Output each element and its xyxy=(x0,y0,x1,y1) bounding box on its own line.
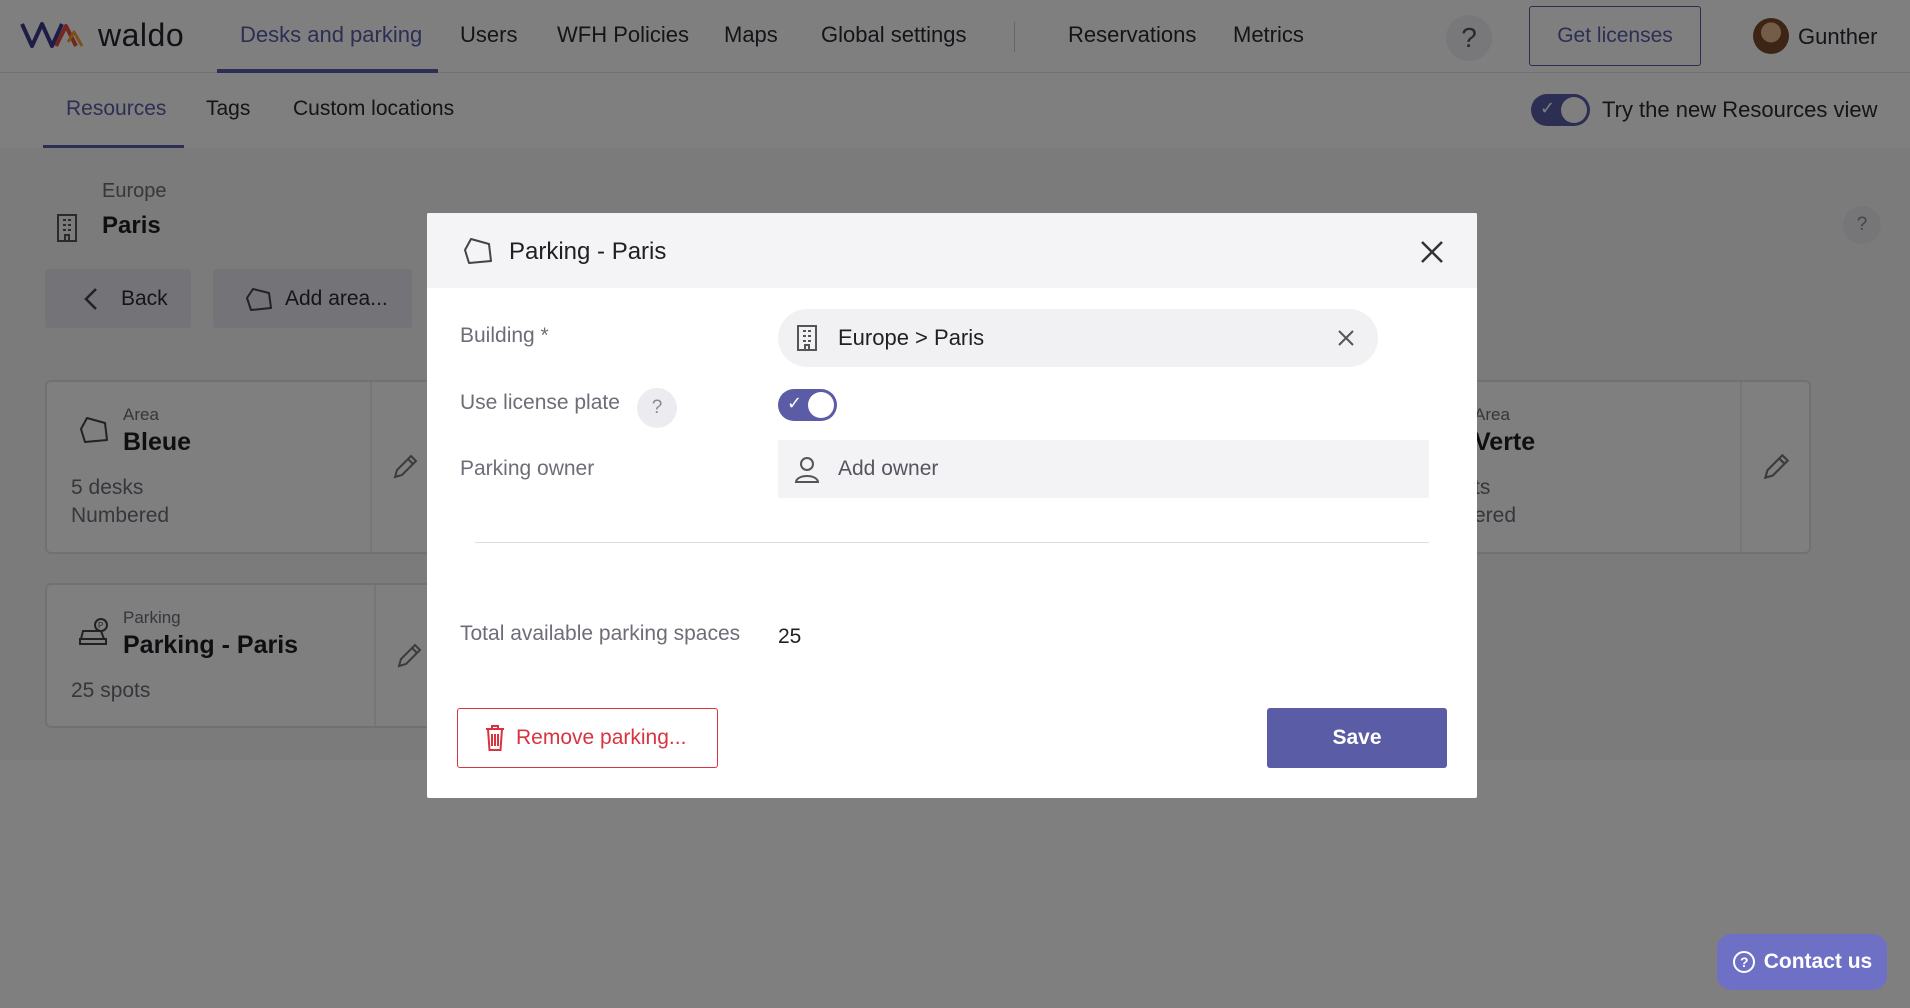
total-spaces-value[interactable]: 25 xyxy=(778,618,801,656)
check-icon: ✓ xyxy=(787,393,803,413)
license-plate-label: Use license plate xyxy=(460,391,620,414)
building-icon xyxy=(797,325,817,351)
dialog-header: Parking - Paris xyxy=(427,213,1477,288)
building-label: Building * xyxy=(460,324,549,347)
building-selector[interactable]: Europe > Paris xyxy=(778,309,1378,367)
close-icon xyxy=(1421,241,1443,263)
contact-us-button[interactable]: ? Contact us xyxy=(1717,934,1887,990)
clear-icon[interactable] xyxy=(1335,327,1357,349)
license-plate-toggle[interactable]: ✓ xyxy=(778,389,837,421)
dialog-title: Parking - Paris xyxy=(509,238,667,265)
remove-parking-label: Remove parking... xyxy=(516,726,687,749)
polygon-icon xyxy=(464,238,492,264)
save-button[interactable]: Save xyxy=(1267,708,1447,768)
dialog-divider xyxy=(475,542,1429,543)
license-plate-help-button[interactable]: ? xyxy=(637,388,677,428)
help-circle-icon: ? xyxy=(1732,951,1755,973)
add-owner-field[interactable]: Add owner xyxy=(778,440,1429,498)
parking-owner-label: Parking owner xyxy=(460,457,595,480)
toggle-knob xyxy=(808,392,834,418)
close-button[interactable] xyxy=(1413,233,1451,271)
building-value: Europe > Paris xyxy=(838,325,985,350)
svg-text:?: ? xyxy=(1740,954,1749,970)
contact-us-label: Contact us xyxy=(1763,950,1873,973)
add-owner-placeholder: Add owner xyxy=(838,457,939,480)
total-spaces-label: Total available parking spaces xyxy=(460,622,741,645)
trash-icon xyxy=(486,725,504,751)
user-icon xyxy=(794,457,820,483)
remove-parking-button[interactable]: Remove parking... xyxy=(457,708,718,768)
parking-dialog: Parking - Paris Building * Europe > Pari… xyxy=(427,213,1477,798)
